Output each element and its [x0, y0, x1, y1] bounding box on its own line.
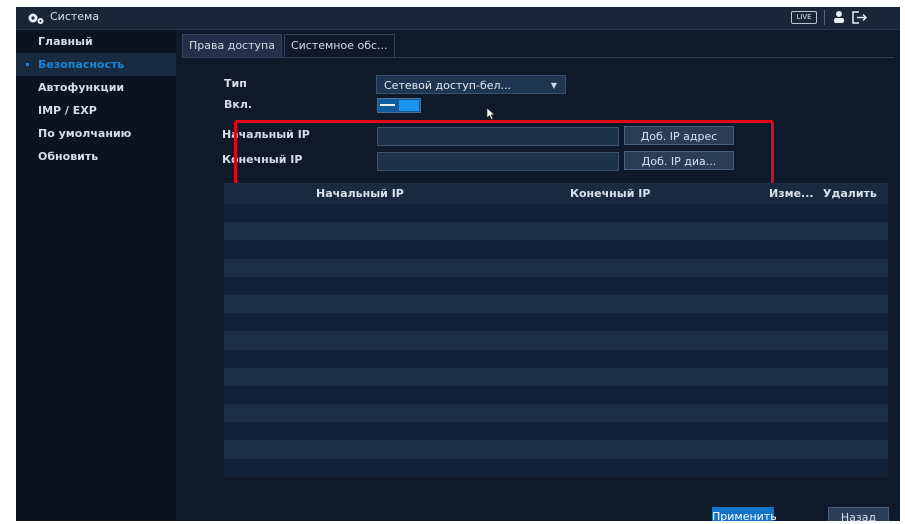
type-select-value: Сетевой доступ-бел... [384, 79, 512, 92]
type-label: Тип [224, 77, 247, 90]
table-row [224, 385, 888, 405]
table-row [224, 440, 888, 459]
table-row [224, 422, 888, 441]
table-row [224, 458, 888, 477]
table-row [224, 313, 888, 332]
tab-access-rights[interactable]: Права доступа [182, 34, 282, 58]
sidebar-item-label: IMP / EXP [38, 104, 97, 117]
table-row [224, 367, 888, 386]
column-delete: Удалить [823, 187, 877, 200]
sidebar-item-security[interactable]: Безопасность [16, 53, 176, 76]
tab-system-service[interactable]: Системное обс... [283, 34, 395, 58]
table-row [224, 222, 888, 241]
sidebar-item-label: Обновить [38, 150, 99, 163]
sidebar-item-label: Безопасность [38, 58, 125, 71]
sidebar-item-main[interactable]: Главный [16, 30, 176, 53]
gear-icon [28, 13, 44, 24]
top-bar: Система LIVE [16, 7, 900, 30]
column-start-ip: Начальный IP [316, 187, 404, 200]
live-button[interactable]: LIVE [791, 11, 817, 24]
sidebar-item-imp-exp[interactable]: IMP / EXP [16, 99, 176, 122]
table-row [224, 331, 888, 350]
mouse-cursor-icon [486, 107, 496, 120]
chevron-down-icon: ▼ [550, 81, 557, 90]
tab-bar: Права доступа Системное обс... [182, 34, 397, 58]
enable-label: Вкл. [224, 98, 253, 111]
highlight-box [234, 120, 774, 188]
table-body [224, 204, 888, 477]
table-row [224, 404, 888, 423]
back-button[interactable]: Назад [828, 507, 889, 521]
app-window: Система LIVE Главный Безопасность Автофу… [16, 7, 900, 521]
table-row [224, 204, 888, 223]
enable-toggle[interactable] [377, 98, 421, 113]
sidebar-item-label: Главный [38, 35, 93, 48]
toolbar-divider [824, 10, 825, 25]
table-row [224, 294, 888, 314]
user-icon[interactable] [832, 10, 846, 24]
column-edit: Изме... [769, 187, 814, 200]
table-row [224, 240, 888, 259]
sidebar-item-autofunctions[interactable]: Автофункции [16, 76, 176, 99]
table-row [224, 258, 888, 277]
table-row [224, 276, 888, 295]
toggle-knob [399, 100, 419, 111]
type-select[interactable]: Сетевой доступ-бел... ▼ [376, 75, 566, 94]
sidebar: Главный Безопасность Автофункции IMP / E… [16, 30, 176, 521]
main-panel: Права доступа Системное обс... Тип Сетев… [176, 30, 900, 521]
sidebar-item-label: По умолчанию [38, 127, 132, 140]
window-title: Система [50, 10, 100, 23]
table-row [224, 349, 888, 368]
table-header: Начальный IP Конечный IP Изме... Удалить [224, 183, 888, 204]
column-end-ip: Конечный IP [570, 187, 651, 200]
apply-button[interactable]: Применить [712, 507, 777, 521]
sidebar-item-update[interactable]: Обновить [16, 145, 176, 168]
ip-table: Начальный IP Конечный IP Изме... Удалить [224, 183, 888, 477]
active-indicator [26, 63, 29, 66]
sidebar-item-default[interactable]: По умолчанию [16, 122, 176, 145]
sidebar-item-label: Автофункции [38, 81, 125, 94]
toggle-track-mark [380, 104, 395, 106]
tab-divider [182, 57, 894, 58]
logout-icon[interactable] [852, 11, 868, 24]
